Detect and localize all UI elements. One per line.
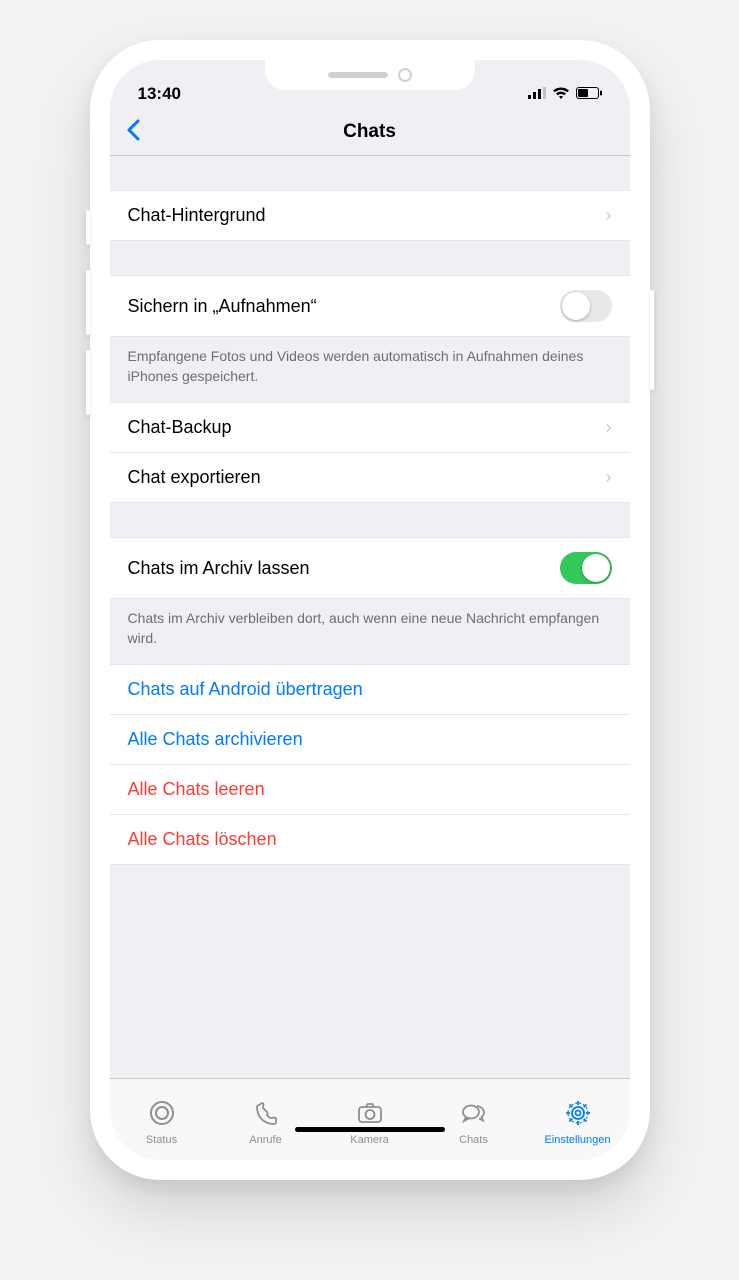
toggle-keep-archived[interactable] <box>560 552 612 584</box>
gear-icon <box>564 1099 592 1130</box>
tab-label: Kamera <box>350 1134 389 1146</box>
notch <box>265 60 475 90</box>
battery-icon <box>576 84 602 104</box>
row-keep-archived[interactable]: Chats im Archiv lassen <box>110 537 630 599</box>
row-label: Sichern in „Aufnahmen“ <box>128 296 317 317</box>
status-indicators <box>528 84 602 104</box>
row-save-captures[interactable]: Sichern in „Aufnahmen“ <box>110 275 630 337</box>
row-chat-wallpaper[interactable]: Chat-Hintergrund › <box>110 190 630 241</box>
row-archive-all[interactable]: Alle Chats archivieren <box>110 715 630 765</box>
row-label: Chats im Archiv lassen <box>128 558 310 579</box>
page-title: Chats <box>110 121 630 143</box>
tab-calls[interactable]: Anrufe <box>214 1079 318 1160</box>
chevron-right-icon: › <box>606 205 612 226</box>
row-label: Chat-Backup <box>128 417 232 438</box>
tab-chats[interactable]: Chats <box>422 1079 526 1160</box>
volume-up <box>86 270 90 335</box>
back-button[interactable] <box>110 115 156 149</box>
nav-bar: Chats <box>110 108 630 156</box>
chats-icon <box>460 1099 488 1130</box>
row-label: Chat-Hintergrund <box>128 205 266 226</box>
phone-icon <box>252 1099 280 1130</box>
status-icon <box>148 1099 176 1130</box>
footer-keep-archived: Chats im Archiv verbleiben dort, auch we… <box>110 599 630 664</box>
tab-bar: Status Anrufe Kamera Chats <box>110 1078 630 1160</box>
tab-label: Status <box>146 1134 177 1146</box>
chevron-right-icon: › <box>606 417 612 438</box>
volume-down <box>86 350 90 415</box>
tab-status[interactable]: Status <box>110 1079 214 1160</box>
mute-switch <box>86 210 90 245</box>
row-label: Alle Chats löschen <box>128 829 277 850</box>
row-chat-export[interactable]: Chat exportieren › <box>110 453 630 503</box>
phone-frame: 13:40 Chats Chat-Hintergr <box>90 40 650 1180</box>
signal-icon <box>528 84 546 104</box>
row-clear-all[interactable]: Alle Chats leeren <box>110 765 630 815</box>
tab-label: Chats <box>459 1134 488 1146</box>
tab-camera[interactable]: Kamera <box>318 1079 422 1160</box>
camera-icon <box>356 1099 384 1130</box>
wifi-icon <box>552 84 570 104</box>
row-delete-all[interactable]: Alle Chats löschen <box>110 815 630 865</box>
screen: 13:40 Chats Chat-Hintergr <box>110 60 630 1160</box>
chevron-right-icon: › <box>606 467 612 488</box>
row-label: Chats auf Android übertragen <box>128 679 363 700</box>
power-button <box>650 290 654 390</box>
row-label: Alle Chats archivieren <box>128 729 303 750</box>
tab-label: Anrufe <box>249 1134 281 1146</box>
row-transfer-android[interactable]: Chats auf Android übertragen <box>110 664 630 715</box>
tab-settings[interactable]: Einstellungen <box>526 1079 630 1160</box>
toggle-save-captures[interactable] <box>560 290 612 322</box>
row-label: Alle Chats leeren <box>128 779 265 800</box>
row-label: Chat exportieren <box>128 467 261 488</box>
footer-save-captures: Empfangene Fotos und Videos werden autom… <box>110 337 630 402</box>
status-time: 13:40 <box>138 84 181 104</box>
home-indicator[interactable] <box>295 1127 445 1132</box>
content: Chat-Hintergrund › Sichern in „Aufnahmen… <box>110 156 630 1078</box>
tab-label: Einstellungen <box>544 1134 610 1146</box>
row-chat-backup[interactable]: Chat-Backup › <box>110 402 630 453</box>
